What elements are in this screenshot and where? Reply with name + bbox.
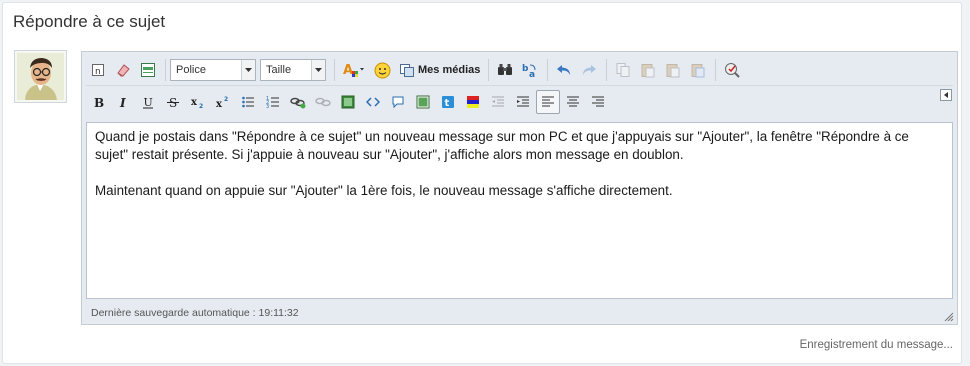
toolbar-separator — [165, 59, 166, 81]
svg-text:U: U — [144, 96, 153, 109]
color-swatch-icon[interactable] — [461, 90, 485, 114]
svg-text:x: x — [191, 97, 198, 108]
layout-icon[interactable] — [136, 58, 160, 82]
indent-icon[interactable] — [511, 90, 535, 114]
svg-text:A: A — [343, 63, 353, 78]
triangle-left-icon — [944, 92, 948, 98]
media-icon — [400, 64, 414, 77]
paste-word-icon[interactable] — [686, 58, 710, 82]
numbered-list-icon[interactable]: 123 — [261, 90, 285, 114]
svg-text:I: I — [119, 96, 126, 109]
paste-text-icon[interactable]: n — [86, 58, 110, 82]
strikethrough-icon[interactable]: S — [161, 90, 185, 114]
outdent-icon[interactable] — [486, 90, 510, 114]
align-left-icon[interactable] — [536, 90, 560, 114]
subscript-icon[interactable]: x2 — [186, 90, 210, 114]
spellcheck-icon[interactable] — [720, 58, 744, 82]
redo-icon[interactable] — [577, 58, 601, 82]
underline-icon[interactable]: U — [136, 90, 160, 114]
resize-grip-icon[interactable] — [942, 310, 954, 322]
rich-text-editor: n Police Taille A Mes médias b a B I U S… — [81, 51, 958, 325]
bullet-list-icon[interactable] — [236, 90, 260, 114]
svg-text:n: n — [95, 67, 101, 77]
toolbar-separator — [334, 59, 335, 81]
message-paragraph: Maintenant quand on appuie sur "Ajouter"… — [95, 183, 673, 198]
page-title: Répondre à ce sujet — [13, 12, 166, 31]
undo-icon[interactable] — [552, 58, 576, 82]
svg-text:3: 3 — [266, 104, 269, 109]
quote-icon[interactable] — [386, 90, 410, 114]
copy-icon[interactable] — [611, 58, 635, 82]
svg-text:b: b — [522, 64, 529, 74]
replace-icon[interactable]: ba — [518, 58, 542, 82]
my-media-label: Mes médias — [418, 64, 481, 76]
svg-text:2: 2 — [224, 96, 228, 103]
toolbar-separator — [606, 59, 608, 81]
avatar — [14, 50, 67, 103]
toolbar-separator — [547, 59, 549, 81]
toolbar-row-1: n Police Taille A Mes médias b a — [86, 55, 745, 85]
svg-text:a: a — [529, 70, 535, 78]
picture-icon[interactable] — [411, 90, 435, 114]
toolbar-separator — [715, 59, 717, 81]
paste-icon[interactable] — [636, 58, 660, 82]
superscript-icon[interactable]: x2 — [211, 90, 235, 114]
eraser-icon[interactable] — [111, 58, 135, 82]
size-select[interactable]: Taille — [260, 59, 326, 81]
autosave-status: Dernière sauvegarde automatique : 19:11:… — [91, 307, 299, 319]
font-color-icon[interactable]: A — [339, 58, 369, 82]
align-right-icon[interactable] — [586, 90, 610, 114]
chevron-down-icon — [311, 60, 325, 80]
align-center-icon[interactable] — [561, 90, 585, 114]
message-paragraph: Quand je postais dans "Répondre à ce suj… — [95, 129, 909, 162]
toolbar-divider — [86, 85, 953, 86]
paste-text2-icon[interactable] — [661, 58, 685, 82]
svg-text:t: t — [445, 98, 450, 109]
size-select-label: Taille — [266, 64, 292, 76]
svg-text:2: 2 — [199, 103, 203, 109]
image-icon[interactable] — [336, 90, 360, 114]
font-select-label: Police — [176, 64, 206, 76]
svg-text:x: x — [216, 99, 223, 109]
chevron-down-icon — [241, 60, 255, 80]
link-icon[interactable] — [286, 90, 310, 114]
toolbar-row-2: B I U S x2 x2 123 t — [86, 87, 611, 117]
reply-panel: Répondre à ce sujet n Police Taille A Me… — [2, 2, 962, 364]
twitter-icon[interactable]: t — [436, 90, 460, 114]
smiley-icon[interactable] — [370, 58, 394, 82]
message-body[interactable]: Quand je postais dans "Répondre à ce suj… — [86, 122, 953, 299]
code-icon[interactable] — [361, 90, 385, 114]
italic-icon[interactable]: I — [111, 90, 135, 114]
unlink-icon[interactable] — [311, 90, 335, 114]
my-media-button[interactable]: Mes médias — [395, 58, 484, 82]
toolbar-collapse-button[interactable] — [940, 89, 952, 101]
toolbar-separator — [488, 59, 490, 81]
saving-status: Enregistrement du message... — [799, 339, 953, 351]
find-icon[interactable] — [493, 58, 517, 82]
font-select[interactable]: Police — [170, 59, 256, 81]
svg-text:B: B — [94, 96, 104, 109]
avatar-image — [17, 53, 64, 100]
bold-icon[interactable]: B — [86, 90, 110, 114]
